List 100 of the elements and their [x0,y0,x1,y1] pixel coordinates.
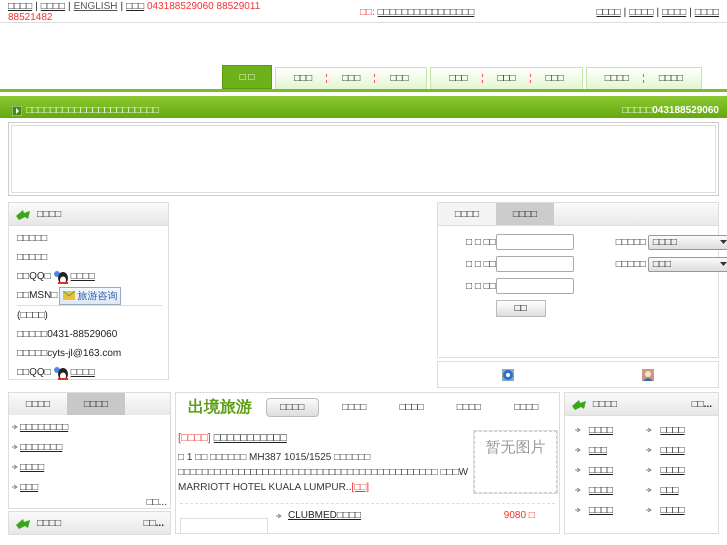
contact-text: □□QQ□ [17,367,51,378]
input-field[interactable] [496,256,574,272]
tour-link[interactable]: CLUBMED□□□□ [288,510,362,521]
arrow-icon [570,398,587,410]
tour-title[interactable]: □□□□□□□□□□□ [214,432,287,444]
destination-link[interactable]: □□□ [660,484,679,496]
contact-text: □□□□□ [17,233,48,244]
separator: | [624,7,626,18]
contact-text: □□QQ□ [17,271,51,282]
notice-label: □□: [360,7,375,18]
search-button[interactable]: □□ [496,300,546,317]
input-field[interactable] [496,278,574,294]
destination-link[interactable]: □□□ [588,444,607,456]
caret-icon [720,262,727,266]
field-label: □ □ □□ [466,258,496,270]
arrow-icon [15,208,31,220]
tour-tab[interactable]: □□□□ [266,398,319,416]
news-link[interactable]: □□□ [20,482,38,492]
separator: | [689,7,692,18]
contact-text: □□□□□ [17,252,48,263]
nav-tab[interactable]: □□□ [328,73,374,84]
news-tab[interactable]: □□□□ [9,393,67,415]
phone-number: 043188529060 88529011 [146,1,260,12]
tour-description: □ 1 □□ □□□□□□ MH387 1015/1525 □□□□□□ □□□□□□□□□□□□□□□□□□□□□□□□□□□□□□□□□□□□□□□□□□□ □□□W MARRIOTT HOTEL KUALA LUMPUR..[□□] [178,451,470,495]
phone-number: 88521482 [8,12,52,23]
bullet-icon [646,467,652,473]
top-link[interactable]: □□□□ [629,7,654,18]
top-link[interactable]: □□□□ [40,1,65,12]
nav-tab[interactable]: □□□ [532,73,578,84]
more-link[interactable]: □□... [9,497,170,508]
bullet-icon [574,447,581,453]
news-link[interactable]: □□□□□□□ [20,442,62,452]
destination-link[interactable]: □□□□ [588,464,614,476]
separator: | [35,1,38,12]
bullet-icon [12,444,18,450]
more-link[interactable]: □□... [144,518,164,528]
bullet-icon [12,424,18,430]
nav-tab[interactable]: □□□ [484,73,530,84]
field-label: □ □ □□ [466,280,496,292]
msn-button[interactable]: 旅游咨询 [59,286,122,304]
bullet-icon [574,507,581,513]
separator: | [68,1,71,12]
news-link[interactable]: □□□□ [20,462,44,472]
nav-tab[interactable]: □□□ [376,73,422,84]
destination-link[interactable]: □□□□ [660,504,685,516]
tour-tab[interactable]: □□□□ [440,402,498,412]
phone-label: □□□ [126,1,144,12]
details-link[interactable]: [□□] [351,482,370,493]
section-logo: 出境旅游 [188,396,252,418]
field-label: □ □ □□ [466,236,496,248]
nav-tab[interactable]: □□□□ [644,73,698,84]
dropdown-value: □□□ [652,258,672,270]
qq-link[interactable]: □□□□ [70,271,95,282]
dropdown-value: □□□□ [652,236,678,248]
field-label: □□□□□ [616,236,646,248]
destination-link[interactable]: □□□□ [588,424,614,436]
play-icon [12,106,22,116]
notice-link[interactable]: □□□□□□□□□□□□□□□□ [378,7,474,18]
top-link[interactable]: □□□□ [8,1,32,12]
nav-tab[interactable]: □□□□ [590,73,643,84]
top-link[interactable]: □□□□ [694,7,719,18]
bullet-icon [646,487,652,493]
bullet-icon [574,487,581,493]
arrow-icon [15,517,31,529]
hotline: □□□□□043188529060 [622,105,719,116]
tour-tab[interactable]: □□□□ [382,402,440,412]
qq-link[interactable]: □□□□ [70,367,95,378]
top-link[interactable]: □□□□ [596,7,621,18]
destination-link[interactable]: □□□□ [588,504,614,516]
news-tab[interactable]: □□□□ [67,393,125,415]
tour-price: 9080 □ [504,510,535,521]
bullet-icon [12,464,18,470]
bullet-icon [12,484,18,490]
contact-text: (□□□□) [17,310,48,321]
more-link[interactable]: □□... [692,398,712,410]
news-link[interactable]: □□□□□□□□ [20,422,68,432]
bullet-icon [646,447,652,453]
bullet-icon [574,467,581,473]
contact-text: □□□□□cyts-jl@163.com [17,348,122,359]
bullet-icon [646,507,652,513]
destination-link[interactable]: □□□□ [588,484,614,496]
contact-text: □□MSN□ [17,290,58,301]
dropdown[interactable]: □□□□ [648,234,727,250]
contact-text: □□□□□0431-88529060 [17,329,118,340]
top-link[interactable]: □□□□ [662,7,686,18]
search-tab[interactable]: □□□□ [496,203,554,225]
tour-tab[interactable]: □□□□ [326,402,383,412]
top-link[interactable]: ENGLISH [74,1,118,12]
marquee-text: □□□□□□□□□□□□□□□□□□□□□□ [26,105,159,116]
caret-icon [720,240,727,244]
destination-link[interactable]: □□□□ [660,444,685,456]
input-field[interactable] [496,234,574,250]
nav-tab[interactable]: □□□ [280,73,326,84]
search-tab[interactable]: □□□□ [438,203,496,225]
destination-link[interactable]: □□□□ [660,424,685,436]
nav-tab[interactable]: □□□ [435,73,482,84]
tour-tab[interactable]: □□□□ [498,402,555,412]
bullet-icon [646,427,652,433]
destination-link[interactable]: □□□□ [660,464,685,476]
dropdown[interactable]: □□□ [648,256,727,272]
